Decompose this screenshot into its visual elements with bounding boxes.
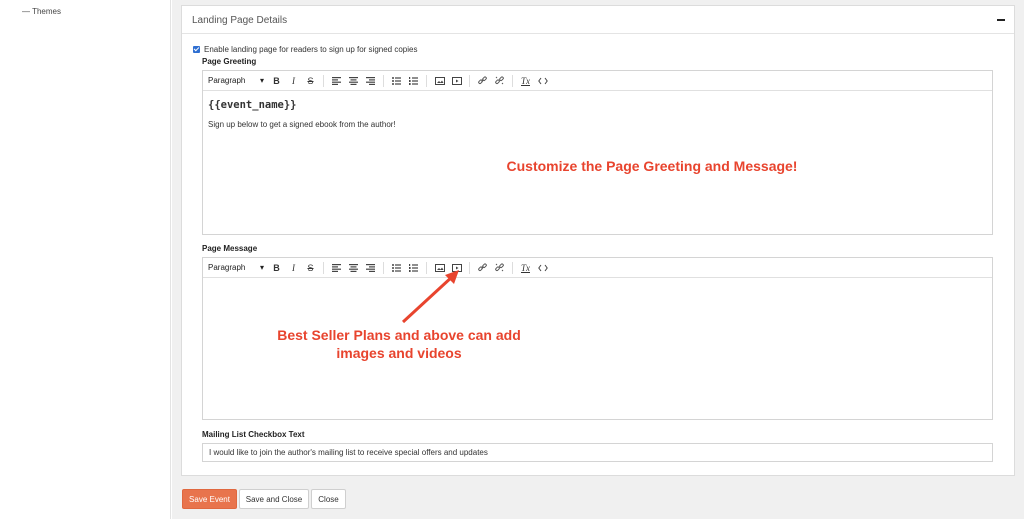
toolbar-divider [383,261,384,274]
toolbar-divider [512,74,513,87]
message-toolbar: Paragraph ▾ B I S Tx [203,258,992,278]
align-right-icon[interactable] [362,260,379,276]
italic-button[interactable]: I [285,260,302,276]
code-icon[interactable] [534,260,551,276]
unlink-icon[interactable] [491,73,508,89]
enable-landing-label: Enable landing page for readers to sign … [204,45,418,54]
toolbar-divider [512,261,513,274]
align-right-icon[interactable] [362,73,379,89]
unlink-icon[interactable] [491,260,508,276]
align-left-icon[interactable] [328,73,345,89]
greeting-toolbar: Paragraph ▾ B I S Tx [203,71,992,91]
save-event-button[interactable]: Save Event [182,489,237,509]
format-select[interactable]: Paragraph ▾ [208,263,268,272]
greeting-heading: {{event_name}} [208,99,297,111]
landing-page-panel: Landing Page Details Enable landing page… [181,5,1015,476]
chevron-down-icon: ▾ [259,76,264,85]
greeting-body-text: Sign up below to get a signed ebook from… [208,120,396,129]
format-select-value: Paragraph [208,76,246,85]
main-content: Landing Page Details Enable landing page… [172,0,1024,519]
code-icon[interactable] [534,73,551,89]
format-select-value: Paragraph [208,263,246,272]
strikethrough-button[interactable]: S [302,260,319,276]
enable-landing-row[interactable]: Enable landing page for readers to sign … [193,45,417,54]
align-left-icon[interactable] [328,260,345,276]
toolbar-divider [383,74,384,87]
align-center-icon[interactable] [345,73,362,89]
image-icon[interactable] [431,73,448,89]
page-greeting-label: Page Greeting [202,57,257,66]
toolbar-divider [323,261,324,274]
panel-header: Landing Page Details [182,6,1014,34]
panel-title: Landing Page Details [192,15,288,26]
collapse-icon[interactable] [997,19,1005,21]
sidebar-item-themes[interactable]: — Themes [22,7,61,16]
bullet-list-icon[interactable] [388,73,405,89]
close-button[interactable]: Close [311,489,346,509]
bold-button[interactable]: B [268,260,285,276]
strikethrough-button[interactable]: S [302,73,319,89]
clear-format-button[interactable]: Tx [517,73,534,89]
align-center-icon[interactable] [345,260,362,276]
message-annotation-line1: Best Seller Plans and above can add [277,327,521,343]
message-annotation: Best Seller Plans and above can add imag… [234,326,564,362]
toolbar-divider [469,261,470,274]
link-icon[interactable] [474,260,491,276]
video-icon[interactable] [448,73,465,89]
mailing-list-text-input[interactable]: I would like to join the author's mailin… [202,443,993,462]
mailing-list-label: Mailing List Checkbox Text [202,430,305,439]
link-icon[interactable] [474,73,491,89]
greeting-content[interactable]: {{event_name}} Sign up below to get a si… [203,91,992,137]
greeting-annotation: Customize the Page Greeting and Message! [506,158,798,174]
page-greeting-editor: Paragraph ▾ B I S Tx {{event_name}} Sign… [202,70,993,235]
toolbar-divider [426,74,427,87]
toolbar-divider [469,74,470,87]
bold-button[interactable]: B [268,73,285,89]
page-message-label: Page Message [202,244,258,253]
format-select[interactable]: Paragraph ▾ [208,76,268,85]
message-annotation-line2: images and videos [336,345,462,361]
sidebar: — Themes [0,0,171,519]
clear-format-button[interactable]: Tx [517,260,534,276]
chevron-down-icon: ▾ [259,263,264,272]
save-and-close-button[interactable]: Save and Close [239,489,309,509]
arrow-annotation-icon [401,270,459,324]
toolbar-divider [323,74,324,87]
enable-landing-checkbox[interactable] [193,46,200,53]
numbered-list-icon[interactable] [405,73,422,89]
italic-button[interactable]: I [285,73,302,89]
